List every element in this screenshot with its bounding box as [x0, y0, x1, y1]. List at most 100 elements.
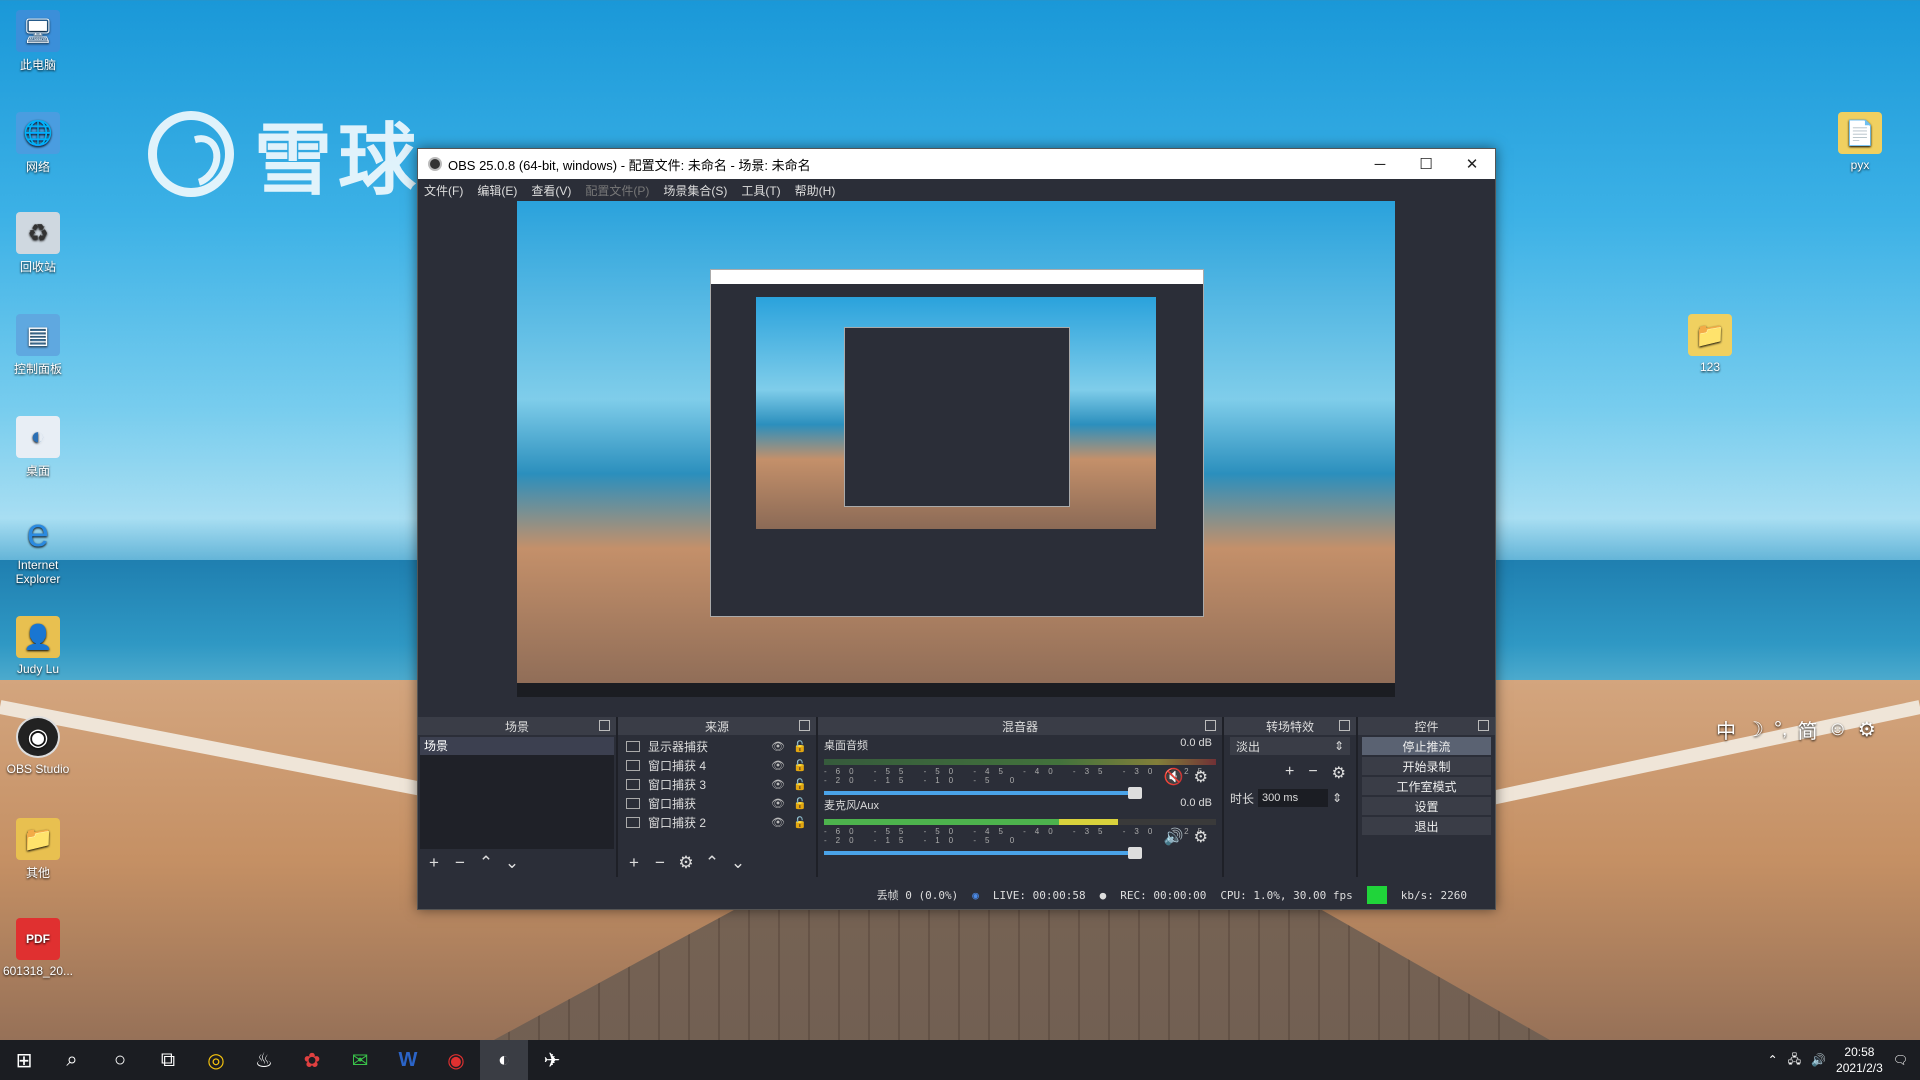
- notification-icon[interactable]: 🗨: [1893, 1053, 1908, 1067]
- desktop-icon-obs-studio[interactable]: ◉ OBS Studio: [0, 716, 76, 776]
- visibility-eye-icon[interactable]: 👁: [770, 816, 786, 829]
- visibility-eye-icon[interactable]: 👁: [770, 778, 786, 791]
- remove-icon[interactable]: −: [450, 853, 470, 873]
- gear-icon[interactable]: ⚙: [1332, 763, 1346, 783]
- desktop-icon-network[interactable]: 🌐 网络: [0, 112, 76, 175]
- program-preview[interactable]: [517, 201, 1395, 697]
- menu-tools[interactable]: 工具(T): [741, 182, 780, 199]
- menu-help[interactable]: 帮助(H): [795, 182, 836, 199]
- source-row[interactable]: 窗口捕获 3 👁 🔓: [620, 775, 814, 794]
- moon-icon[interactable]: ☽: [1746, 717, 1764, 742]
- gear-icon[interactable]: ⚙: [1194, 827, 1208, 847]
- speaker-icon[interactable]: 🔊: [1164, 827, 1184, 847]
- mixer-channel-mic-aux: 麦克风/Aux 0.0 dB -60 -55 -50 -45 -40 -35 -…: [818, 795, 1222, 859]
- chevron-up-icon[interactable]: ⌃: [1768, 1053, 1778, 1067]
- add-icon[interactable]: +: [1285, 763, 1294, 783]
- minimize-button[interactable]: ─: [1357, 149, 1403, 179]
- desktop-icon-recycle-bin[interactable]: ♻ 回收站: [0, 212, 76, 275]
- app-pin-icon[interactable]: ✈: [528, 1040, 576, 1080]
- punctuation-icon[interactable]: °,: [1774, 718, 1788, 741]
- spinner-icon[interactable]: ⇕: [1332, 791, 1342, 805]
- desktop-icon-desktop-folder[interactable]: ◐ 桌面: [0, 416, 76, 479]
- visibility-eye-icon[interactable]: 👁: [770, 740, 786, 753]
- ime-chinese-mode[interactable]: 中: [1716, 715, 1736, 744]
- emoji-icon[interactable]: ☺: [1828, 718, 1848, 741]
- ie-icon: e: [26, 510, 50, 555]
- search-icon[interactable]: ⌕: [48, 1040, 96, 1080]
- app-red-icon[interactable]: ✿: [288, 1040, 336, 1080]
- close-button[interactable]: ✕: [1449, 149, 1495, 179]
- scenes-dock: 场景 场景 + − ⌃ ⌄: [418, 717, 618, 877]
- gear-icon[interactable]: ⚙: [1194, 767, 1208, 787]
- mixer-channel-desktop-audio: 桌面音频 0.0 dB -60 -55 -50 -45 -40 -35 -30 …: [818, 735, 1222, 799]
- network-tray-icon[interactable]: 🖧: [1788, 1050, 1801, 1071]
- ime-simplified[interactable]: 简: [1798, 715, 1818, 744]
- source-row[interactable]: 窗口捕获 4 👁 🔓: [620, 756, 814, 775]
- obs-taskbar-icon[interactable]: ◐: [480, 1040, 528, 1080]
- float-dock-icon[interactable]: [599, 720, 610, 731]
- lock-icon[interactable]: 🔓: [792, 740, 808, 753]
- float-dock-icon[interactable]: [799, 720, 810, 731]
- transition-selected: 淡出: [1236, 739, 1261, 754]
- gear-icon[interactable]: ⚙: [1858, 717, 1876, 742]
- menu-view[interactable]: 查看(V): [531, 182, 571, 199]
- visibility-eye-icon[interactable]: 👁: [770, 797, 786, 810]
- move-up-icon[interactable]: ⌃: [476, 853, 496, 873]
- source-row[interactable]: 窗口捕获 2 👁 🔓: [620, 813, 814, 832]
- stop-streaming-button[interactable]: 停止推流: [1362, 737, 1491, 755]
- steam-icon[interactable]: ♨: [240, 1040, 288, 1080]
- wechat-icon[interactable]: ✉: [336, 1040, 384, 1080]
- desktop-icon-user-folder[interactable]: 👤 Judy Lu: [0, 616, 76, 676]
- desktop-icon-other-folder[interactable]: 📁 其他: [0, 818, 76, 881]
- remove-icon[interactable]: −: [1308, 763, 1317, 783]
- add-icon[interactable]: +: [624, 853, 644, 873]
- maximize-button[interactable]: ☐: [1403, 149, 1449, 179]
- menu-profile[interactable]: 配置文件(P): [585, 182, 649, 199]
- desktop-icon-computer[interactable]: 🖥 此电脑: [0, 10, 76, 73]
- move-down-icon[interactable]: ⌄: [502, 853, 522, 873]
- desktop-icon-pyx[interactable]: 📄 pyx: [1822, 112, 1898, 172]
- lock-icon[interactable]: 🔓: [792, 778, 808, 791]
- desktop-icon-internet-explorer[interactable]: e Internet Explorer: [0, 510, 76, 587]
- gear-icon[interactable]: ⚙: [676, 853, 696, 873]
- float-dock-icon[interactable]: [1205, 720, 1216, 731]
- desktop-icon-123[interactable]: 📁 123: [1672, 314, 1748, 374]
- cortana-icon[interactable]: ○: [96, 1040, 144, 1080]
- user-folder-icon: 👤: [16, 616, 60, 658]
- transition-select[interactable]: 淡出 ⇕: [1230, 737, 1350, 755]
- start-recording-button[interactable]: 开始录制: [1362, 757, 1491, 775]
- live-indicator-icon: ◉: [972, 888, 979, 902]
- duration-input[interactable]: 300 ms: [1258, 789, 1329, 807]
- menu-scene-collection[interactable]: 场景集合(S): [663, 182, 727, 199]
- desktop-icon-control-panel[interactable]: ▤ 控制面板: [0, 314, 76, 377]
- add-icon[interactable]: +: [424, 853, 444, 873]
- remove-icon[interactable]: −: [650, 853, 670, 873]
- chrome-icon[interactable]: ◎: [192, 1040, 240, 1080]
- volume-slider[interactable]: [824, 847, 1142, 859]
- desktop-icon-pdf[interactable]: PDF 601318_20...: [0, 918, 76, 978]
- lock-icon[interactable]: 🔓: [792, 797, 808, 810]
- studio-mode-button[interactable]: 工作室模式: [1362, 777, 1491, 795]
- settings-button[interactable]: 设置: [1362, 797, 1491, 815]
- word-icon[interactable]: W: [384, 1040, 432, 1080]
- float-dock-icon[interactable]: [1478, 720, 1489, 731]
- lock-icon[interactable]: 🔓: [792, 759, 808, 772]
- muted-speaker-icon[interactable]: 🔇: [1164, 767, 1184, 787]
- menu-file[interactable]: 文件(F): [424, 182, 463, 199]
- move-down-icon[interactable]: ⌄: [728, 853, 748, 873]
- volume-tray-icon[interactable]: 🔊: [1811, 1053, 1826, 1067]
- windows-start-icon[interactable]: ⊞: [0, 1040, 48, 1080]
- source-row[interactable]: 显示器捕获 👁 🔓: [620, 737, 814, 756]
- menu-edit[interactable]: 编辑(E): [477, 182, 517, 199]
- move-up-icon[interactable]: ⌃: [702, 853, 722, 873]
- float-dock-icon[interactable]: [1339, 720, 1350, 731]
- visibility-eye-icon[interactable]: 👁: [770, 759, 786, 772]
- lock-icon[interactable]: 🔓: [792, 816, 808, 829]
- scene-item[interactable]: 场景: [420, 737, 614, 755]
- exit-button[interactable]: 退出: [1362, 817, 1491, 835]
- source-row[interactable]: 窗口捕获 👁 🔓: [620, 794, 814, 813]
- task-view-icon[interactable]: ⧉: [144, 1040, 192, 1080]
- mixer-dock-header: 混音器: [818, 717, 1222, 735]
- clock[interactable]: 20:58 2021/2/3: [1836, 1044, 1883, 1076]
- netease-music-icon[interactable]: ◉: [432, 1040, 480, 1080]
